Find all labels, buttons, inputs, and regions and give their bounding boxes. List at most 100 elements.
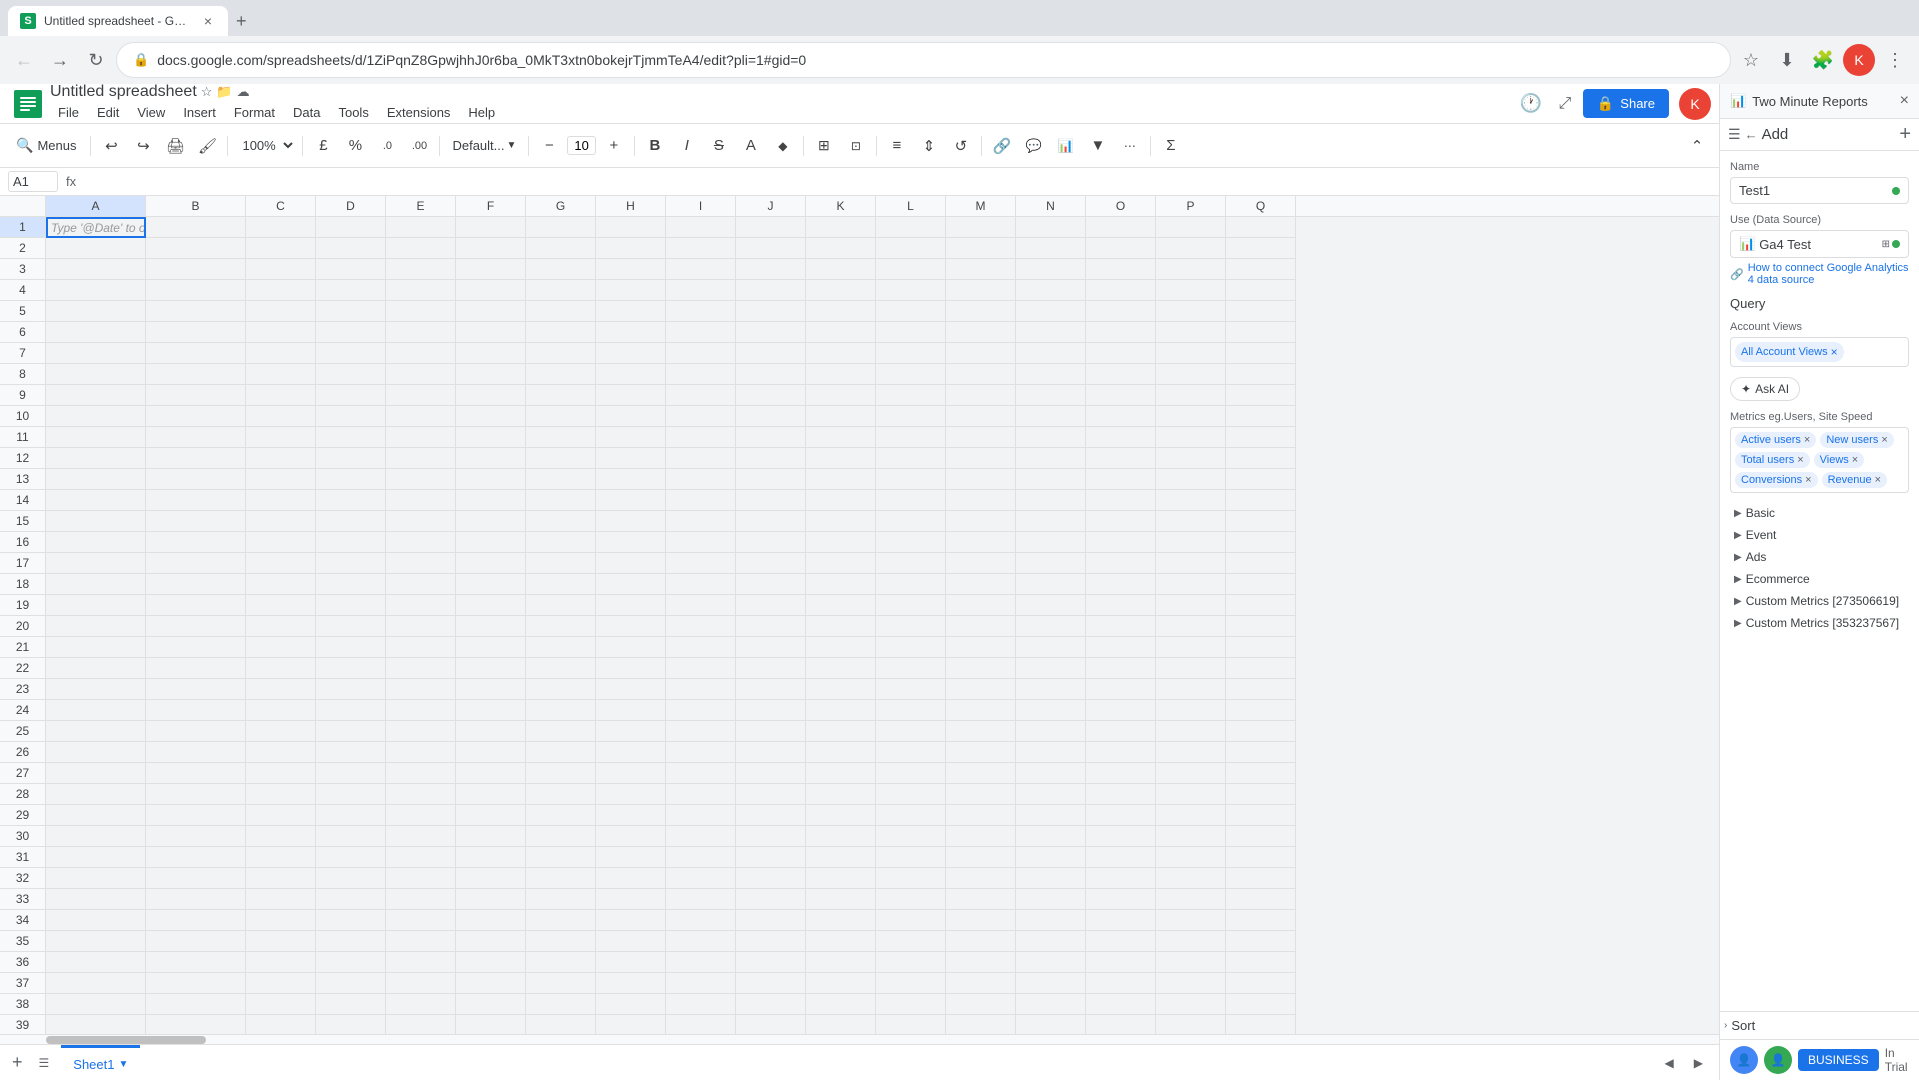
cell-9-15[interactable] (1156, 385, 1226, 406)
cell-38-10[interactable] (806, 994, 876, 1015)
cell-3-10[interactable] (806, 259, 876, 280)
cell-34-11[interactable] (876, 910, 946, 931)
cell-36-2[interactable] (246, 952, 316, 973)
row-header-21[interactable]: 21 (0, 637, 45, 658)
cell-20-12[interactable] (946, 616, 1016, 637)
row-header-18[interactable]: 18 (0, 574, 45, 595)
cell-18-1[interactable] (146, 574, 246, 595)
metric-tag-close[interactable]: × (1805, 474, 1811, 486)
cell-22-5[interactable] (456, 658, 526, 679)
sheet-scroll-left[interactable]: ◀ (1657, 1052, 1682, 1074)
row-header-17[interactable]: 17 (0, 553, 45, 574)
cell-9-16[interactable] (1226, 385, 1296, 406)
cell-33-1[interactable] (146, 889, 246, 910)
cell-37-10[interactable] (806, 973, 876, 994)
cell-13-16[interactable] (1226, 469, 1296, 490)
cell-19-12[interactable] (946, 595, 1016, 616)
cell-37-6[interactable] (526, 973, 596, 994)
cell-1-2[interactable] (246, 217, 316, 238)
cell-16-6[interactable] (526, 532, 596, 553)
move-btn[interactable]: ⤢ (1549, 88, 1581, 120)
cell-13-13[interactable] (1016, 469, 1086, 490)
cell-13-2[interactable] (246, 469, 316, 490)
expandable-item[interactable]: ▶Basic (1730, 503, 1909, 523)
cell-12-16[interactable] (1226, 448, 1296, 469)
cell-36-10[interactable] (806, 952, 876, 973)
cell-39-0[interactable] (46, 1015, 146, 1034)
cell-3-16[interactable] (1226, 259, 1296, 280)
cell-19-4[interactable] (386, 595, 456, 616)
col-header-n[interactable]: N (1016, 196, 1086, 216)
cell-17-4[interactable] (386, 553, 456, 574)
cell-35-11[interactable] (876, 931, 946, 952)
cell-15-5[interactable] (456, 511, 526, 532)
row-header-1[interactable]: 1 (0, 217, 45, 238)
cell-22-1[interactable] (146, 658, 246, 679)
more-btn-toolbar[interactable]: ⋯ (1116, 132, 1144, 160)
cell-29-6[interactable] (526, 805, 596, 826)
cell-3-11[interactable] (876, 259, 946, 280)
cell-38-13[interactable] (1016, 994, 1086, 1015)
cell-22-13[interactable] (1016, 658, 1086, 679)
cell-23-3[interactable] (316, 679, 386, 700)
cell-11-8[interactable] (666, 427, 736, 448)
cell-31-4[interactable] (386, 847, 456, 868)
cell-4-0[interactable] (46, 280, 146, 301)
cell-18-16[interactable] (1226, 574, 1296, 595)
cell-33-4[interactable] (386, 889, 456, 910)
cell-4-1[interactable] (146, 280, 246, 301)
cell-4-15[interactable] (1156, 280, 1226, 301)
cell-4-14[interactable] (1086, 280, 1156, 301)
tab-close-btn[interactable]: × (200, 13, 216, 29)
cell-38-15[interactable] (1156, 994, 1226, 1015)
cell-33-10[interactable] (806, 889, 876, 910)
cell-19-0[interactable] (46, 595, 146, 616)
cell-37-2[interactable] (246, 973, 316, 994)
print-btn[interactable]: 🖨 (161, 132, 189, 160)
tmr-list-icon-btn[interactable]: ☰ (1728, 126, 1741, 143)
cell-34-7[interactable] (596, 910, 666, 931)
cell-5-3[interactable] (316, 301, 386, 322)
cell-4-8[interactable] (666, 280, 736, 301)
cell-1-7[interactable] (596, 217, 666, 238)
cell-26-11[interactable] (876, 742, 946, 763)
cell-7-2[interactable] (246, 343, 316, 364)
cell-3-0[interactable] (46, 259, 146, 280)
cell-28-14[interactable] (1086, 784, 1156, 805)
cell-30-8[interactable] (666, 826, 736, 847)
cell-25-7[interactable] (596, 721, 666, 742)
text-rotate-btn[interactable]: ↺ (947, 132, 975, 160)
cell-23-11[interactable] (876, 679, 946, 700)
cell-11-10[interactable] (806, 427, 876, 448)
fill-color-btn[interactable]: ◆ (769, 132, 797, 160)
cell-7-12[interactable] (946, 343, 1016, 364)
cell-30-0[interactable] (46, 826, 146, 847)
cell-28-6[interactable] (526, 784, 596, 805)
history-btn[interactable]: 🕐 (1515, 88, 1547, 120)
row-header-34[interactable]: 34 (0, 910, 45, 931)
menu-data[interactable]: Data (285, 101, 328, 124)
cell-2-3[interactable] (316, 238, 386, 259)
cell-6-9[interactable] (736, 322, 806, 343)
cell-14-3[interactable] (316, 490, 386, 511)
cell-14-6[interactable] (526, 490, 596, 511)
cell-36-14[interactable] (1086, 952, 1156, 973)
col-header-q[interactable]: Q (1226, 196, 1296, 216)
cell-24-2[interactable] (246, 700, 316, 721)
menu-format[interactable]: Format (226, 101, 283, 124)
cell-17-14[interactable] (1086, 553, 1156, 574)
cell-6-2[interactable] (246, 322, 316, 343)
cell-1-10[interactable] (806, 217, 876, 238)
cell-15-0[interactable] (46, 511, 146, 532)
cell-21-6[interactable] (526, 637, 596, 658)
ga-link[interactable]: 🔗 How to connect Google Analytics 4 data… (1730, 262, 1909, 286)
cell-37-1[interactable] (146, 973, 246, 994)
cell-35-16[interactable] (1226, 931, 1296, 952)
cell-38-0[interactable] (46, 994, 146, 1015)
cell-33-9[interactable] (736, 889, 806, 910)
menu-tools[interactable]: Tools (330, 101, 376, 124)
cell-15-3[interactable] (316, 511, 386, 532)
cell-15-7[interactable] (596, 511, 666, 532)
cell-32-8[interactable] (666, 868, 736, 889)
cell-1-8[interactable] (666, 217, 736, 238)
